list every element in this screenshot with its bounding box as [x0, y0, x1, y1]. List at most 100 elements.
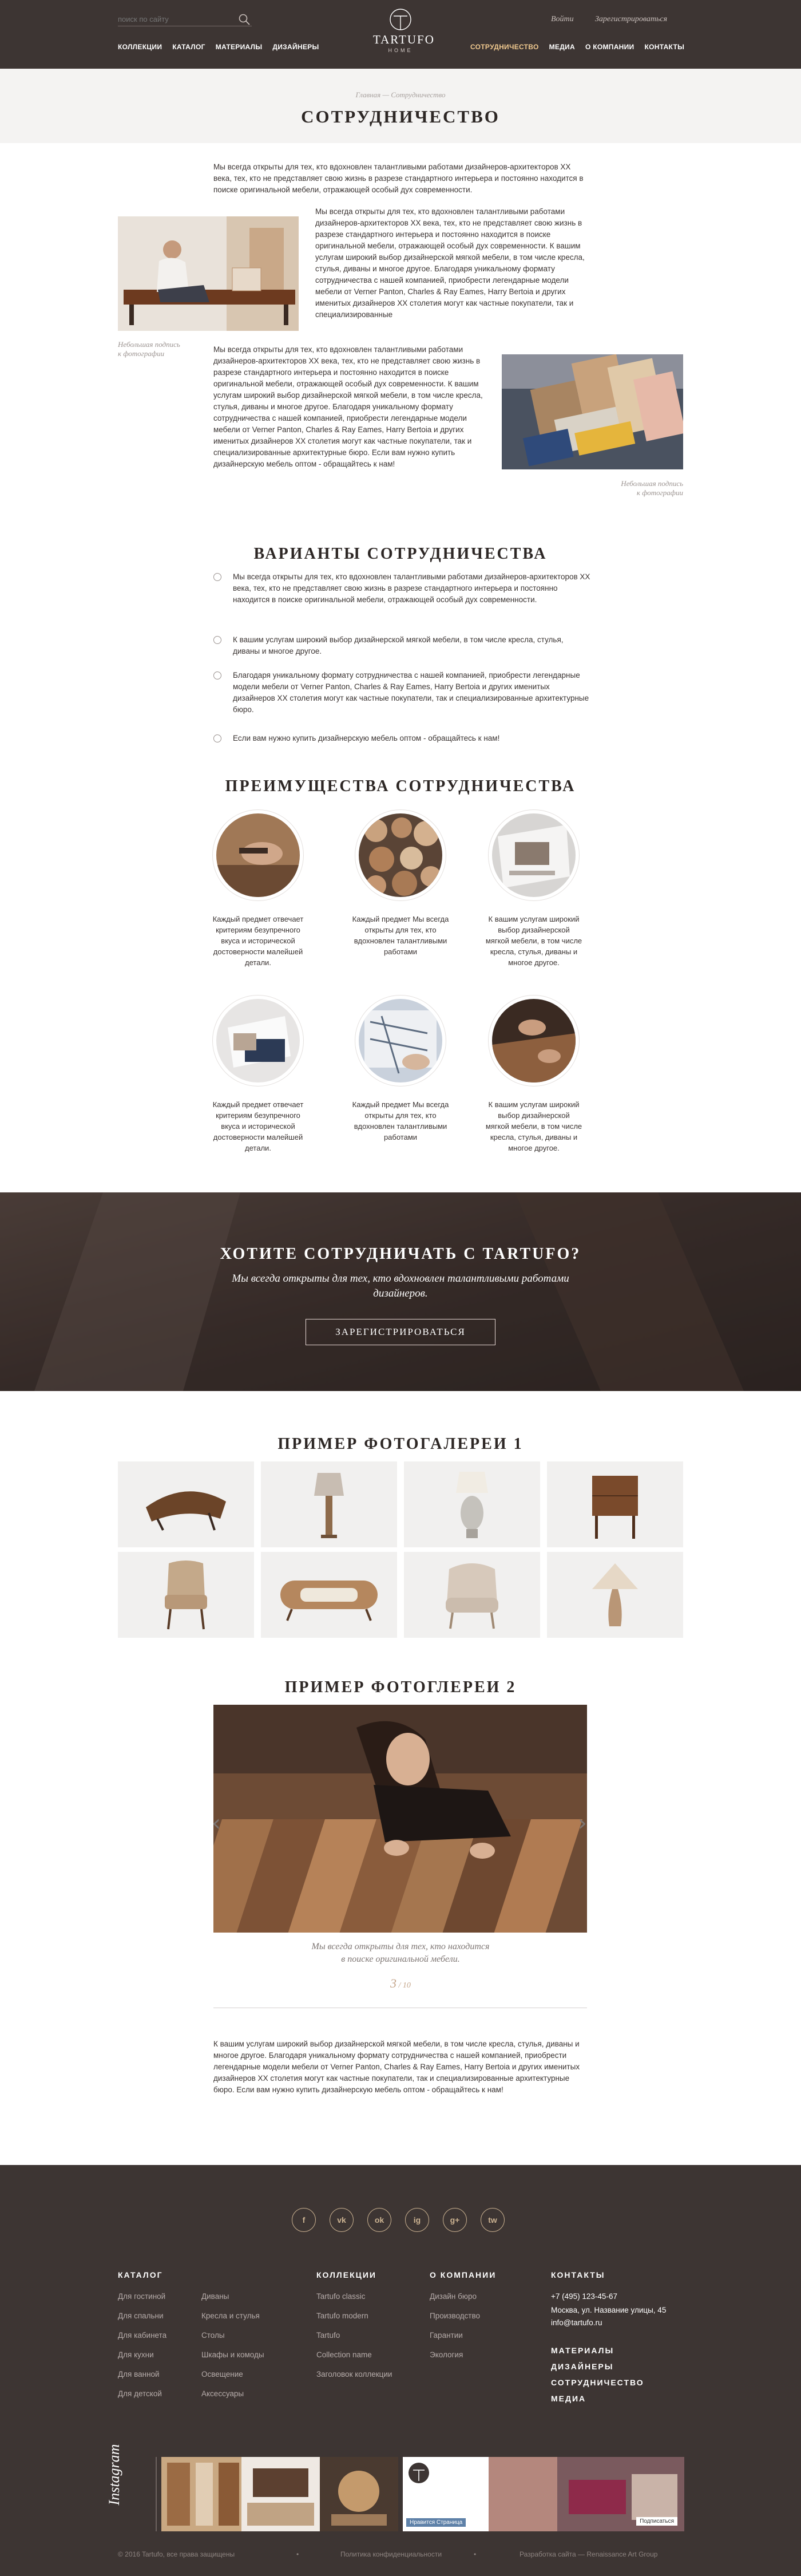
advantage-card: К вашим услугам широкий выбор дизайнерск…	[485, 809, 582, 968]
advantages-title: ПРЕИМУЩЕСТВА СОТРУДНИЧЕСТВА	[225, 777, 576, 795]
privacy-policy-link[interactable]: Политика конфиденциальности	[340, 2550, 442, 2558]
variant-text: К вашим услугам широкий выбор дизайнерск…	[233, 635, 564, 655]
facebook-widget[interactable]: Подписаться	[489, 2457, 684, 2531]
register-button[interactable]: ЗАРЕГИСТРИРОВАТЬСЯ	[306, 1319, 495, 1345]
intro-photo-1-caption: Небольшая подпись к фотографии	[118, 340, 180, 358]
footer-link[interactable]: Заголовок коллекции	[316, 2370, 392, 2379]
footer-link[interactable]: Дизайн бюро	[430, 2292, 477, 2301]
nav-catalog[interactable]: КАТАЛОГ	[172, 43, 205, 51]
footer-nav-materials[interactable]: МАТЕРИАЛЫ	[551, 2346, 614, 2355]
footer-email[interactable]: info@tartufo.ru	[551, 2318, 602, 2327]
facebook-icon[interactable]: f	[292, 2208, 316, 2232]
variant-item[interactable]: Если вам нужно купить дизайнерскую мебел…	[213, 733, 591, 744]
intro-paragraph-3: Мы всегда открыты для тех, кто вдохновле…	[213, 345, 483, 468]
vk-like-button[interactable]: Нравится Страница	[406, 2518, 466, 2527]
nav-designers[interactable]: ДИЗАЙНЕРЫ	[272, 43, 319, 51]
footer-link[interactable]: Аксессуары	[201, 2389, 244, 2398]
instagram-photo[interactable]	[161, 2457, 243, 2531]
variants-title: ВАРИАНТЫ СОТРУДНИЧЕСТВА	[253, 545, 548, 563]
gallery-item[interactable]	[118, 1552, 254, 1638]
nav-collections[interactable]: КОЛЛЕКЦИИ	[118, 43, 162, 51]
site-header: Войти Зарегистрироваться КОЛЛЕКЦИИ КАТАЛ…	[0, 0, 801, 69]
gallery-item[interactable]	[404, 1461, 540, 1547]
footer-link[interactable]: Для кухни	[118, 2350, 154, 2359]
footer-nav-media[interactable]: МЕДИА	[551, 2394, 586, 2403]
footer-nav-cooperation[interactable]: СОТРУДНИЧЕСТВО	[551, 2378, 644, 2387]
footer-nav-designers[interactable]: ДИЗАЙНЕРЫ	[551, 2362, 613, 2371]
advantage-text: Каждый предмет Мы всегда открыты для тех…	[352, 915, 449, 956]
vk-icon[interactable]: vk	[330, 2208, 354, 2232]
advantage-card: К вашим услугам широкий выбор дизайнерск…	[485, 995, 582, 1153]
intro-photo-2	[502, 354, 683, 469]
footer-link[interactable]: Гарантии	[430, 2331, 463, 2340]
nav-cooperation[interactable]: СОТРУДНИЧЕСТВО	[470, 43, 539, 51]
nav-materials[interactable]: МАТЕРИАЛЫ	[216, 43, 263, 51]
gallery-item[interactable]	[547, 1552, 683, 1638]
developer-link[interactable]: Разработка сайта — Renaissance Art Group	[520, 2550, 657, 2558]
footer-link[interactable]: Производство	[430, 2312, 480, 2320]
footer-link[interactable]: Для спальни	[118, 2312, 164, 2320]
google-plus-icon[interactable]: g+	[443, 2208, 467, 2232]
advantage-text: Каждый предмет Мы всегда открыты для тех…	[352, 1100, 449, 1141]
nav-media[interactable]: МЕДИА	[549, 43, 575, 51]
footer-link[interactable]: Экология	[430, 2350, 463, 2359]
slider-total: / 10	[398, 1981, 411, 1990]
twitter-icon[interactable]: tw	[481, 2208, 505, 2232]
footer-link[interactable]: Освещение	[201, 2370, 243, 2379]
gallery-item[interactable]	[118, 1461, 254, 1547]
radio-button[interactable]	[213, 734, 221, 742]
gallery1-title: ПРИМЕР ФОТОГАЛЕРЕИ 1	[277, 1435, 524, 1453]
instagram-label: Instagram	[106, 2444, 122, 2506]
facebook-subscribe-button[interactable]: Подписаться	[636, 2517, 677, 2526]
slider-pager: 3 / 10	[0, 1976, 801, 1991]
footer-link[interactable]: Tartufo classic	[316, 2292, 366, 2301]
slider-prev-icon[interactable]: ‹	[212, 1810, 221, 1836]
instagram-photo[interactable]	[241, 2457, 320, 2531]
gallery-item[interactable]	[547, 1461, 683, 1547]
gallery-image	[456, 1472, 488, 1538]
login-link[interactable]: Войти	[551, 15, 574, 24]
intro-photo-2-caption: Небольшая подпись к фотографии	[621, 479, 683, 497]
advantage-card: Каждый предмет отвечает критериям безупр…	[209, 809, 307, 968]
gallery-item[interactable]	[404, 1552, 540, 1638]
footer-link[interactable]: Collection name	[316, 2350, 372, 2359]
intro-paragraph-2: Мы всегда открыты для тех, кто вдохновле…	[315, 207, 585, 319]
footer-link[interactable]: Tartufo modern	[316, 2312, 368, 2320]
gallery-item[interactable]	[261, 1552, 397, 1638]
cta-title: ХОТИТЕ СОТРУДНИЧАТЬ С TARTUFO?	[220, 1245, 581, 1263]
instagram-icon[interactable]: ig	[405, 2208, 429, 2232]
footer-link[interactable]: Столы	[201, 2331, 225, 2340]
vk-widget[interactable]: Нравится Страница	[403, 2457, 489, 2531]
logo[interactable]: TARTUFO HOME	[373, 8, 434, 62]
nav-contacts[interactable]: КОНТАКТЫ	[644, 43, 684, 51]
radio-button[interactable]	[213, 636, 221, 644]
variant-item[interactable]: К вашим услугам широкий выбор дизайнерск…	[213, 634, 591, 657]
footer-link[interactable]: Для ванной	[118, 2370, 160, 2379]
search-icon[interactable]	[238, 13, 251, 26]
footer-address: Москва, ул. Название улицы, 45	[551, 2306, 667, 2314]
nav-company[interactable]: О КОМПАНИИ	[585, 43, 635, 51]
slider-next-icon[interactable]: ›	[578, 1810, 587, 1836]
slider-current: 3	[390, 1976, 397, 1990]
gallery-image	[446, 1563, 498, 1629]
instagram-photo[interactable]	[320, 2457, 398, 2531]
variant-item[interactable]: Благодаря уникальному формату сотрудниче…	[213, 670, 591, 716]
footer-link[interactable]: Кресла и стулья	[201, 2312, 260, 2320]
footer-contacts-title: КОНТАКТЫ	[551, 2270, 605, 2279]
footer-link[interactable]: Tartufo	[316, 2331, 340, 2340]
breadcrumb-home[interactable]: Главная	[356, 90, 381, 99]
footer-link[interactable]: Для кабинета	[118, 2331, 166, 2340]
footer-link[interactable]: Диваны	[201, 2292, 229, 2301]
odnoklassniki-icon[interactable]: ok	[367, 2208, 391, 2232]
gallery-item[interactable]	[261, 1461, 397, 1547]
footer-phone[interactable]: +7 (495) 123-45-67	[551, 2292, 617, 2301]
register-link[interactable]: Зарегистрироваться	[595, 15, 667, 24]
radio-button[interactable]	[213, 573, 221, 581]
footer-link[interactable]: Шкафы и комоды	[201, 2350, 264, 2359]
search-box[interactable]	[118, 13, 252, 26]
footer-link[interactable]: Для гостиной	[118, 2292, 165, 2301]
radio-button[interactable]	[213, 671, 221, 679]
footer-link[interactable]: Для детской	[118, 2389, 162, 2398]
variant-item[interactable]: Мы всегда открыты для тех, кто вдохновле…	[213, 571, 591, 606]
search-input[interactable]	[118, 13, 232, 25]
